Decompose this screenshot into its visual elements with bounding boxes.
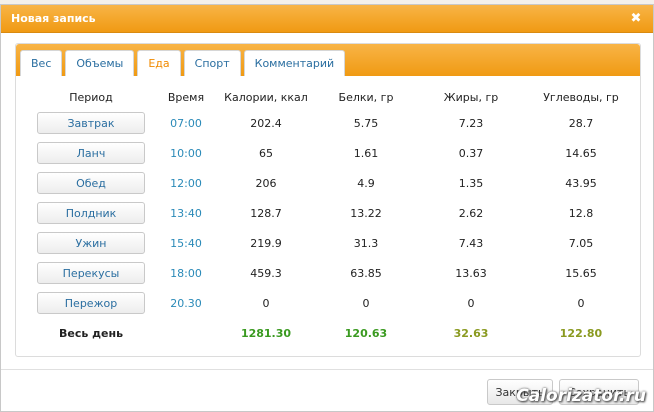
carbs-value: 12.8 <box>568 206 594 220</box>
table-row: Ужин 15:40 219.9 31.3 7.43 7.05 <box>26 228 636 258</box>
protein-value: 4.9 <box>357 176 375 190</box>
carbs-value: 15.65 <box>565 266 597 280</box>
calories-value: 128.7 <box>250 206 282 220</box>
total-label: Весь день <box>58 326 124 340</box>
tab-weight[interactable]: Вес <box>20 50 63 76</box>
dialog-content: Вес Объемы Еда Спорт Комментарий Период … <box>15 43 641 357</box>
total-row: Весь день 1281.30 120.63 32.63 122.80 <box>26 318 636 348</box>
fat-value: 2.62 <box>458 206 484 220</box>
table-row: Ланч 10:00 65 1.61 0.37 14.65 <box>26 138 636 168</box>
period-button-supper[interactable]: Ужин <box>37 232 145 254</box>
time-value[interactable]: 12:00 <box>156 168 216 198</box>
time-value[interactable]: 10:00 <box>156 138 216 168</box>
calories-value: 0 <box>262 296 270 310</box>
save-button[interactable]: Сохранить <box>559 379 639 405</box>
food-table: Период Время Калории, ккал Белки, гр Жир… <box>26 86 636 348</box>
header-fat: Жиры, гр <box>443 90 499 104</box>
table-row: Обед 12:00 206 4.9 1.35 43.95 <box>26 168 636 198</box>
new-entry-dialog: Новая запись ✖ Вес Объемы Еда Спорт Комм… <box>0 4 654 412</box>
header-calories: Калории, ккал <box>224 90 308 104</box>
protein-value: 63.85 <box>350 266 382 280</box>
fat-value: 0 <box>467 296 475 310</box>
calories-value: 65 <box>259 146 273 160</box>
carbs-value: 14.65 <box>565 146 597 160</box>
time-value[interactable]: 15:40 <box>156 228 216 258</box>
table-row: Полдник 13:40 128.7 13.22 2.62 12.8 <box>26 198 636 228</box>
tab-sport[interactable]: Спорт <box>183 50 241 76</box>
period-button-snacks[interactable]: Перекусы <box>37 262 145 284</box>
table-row: Пережор 20.30 0 0 0 0 <box>26 288 636 318</box>
table-header-row: Период Время Калории, ккал Белки, гр Жир… <box>26 86 636 108</box>
total-calories: 1281.30 <box>240 326 292 340</box>
header-carbs: Углеводы, гр <box>543 90 619 104</box>
protein-value: 13.22 <box>350 206 382 220</box>
carbs-value: 43.95 <box>565 176 597 190</box>
protein-value: 0 <box>362 296 370 310</box>
tab-bar: Вес Объемы Еда Спорт Комментарий <box>16 44 640 76</box>
time-value[interactable]: 13:40 <box>156 198 216 228</box>
header-protein: Белки, гр <box>338 90 394 104</box>
time-value[interactable]: 07:00 <box>156 108 216 138</box>
protein-value: 1.61 <box>353 146 379 160</box>
header-period: Период <box>69 90 113 104</box>
calories-value: 219.9 <box>250 236 282 250</box>
calories-value: 459.3 <box>250 266 282 280</box>
tab-comment[interactable]: Комментарий <box>243 50 346 76</box>
period-button-afternoon-snack[interactable]: Полдник <box>37 202 145 224</box>
carbs-value: 7.05 <box>568 236 594 250</box>
close-icon[interactable]: ✖ <box>629 11 643 26</box>
fat-value: 7.23 <box>458 116 484 130</box>
protein-value: 5.75 <box>353 116 379 130</box>
tab-food[interactable]: Еда <box>137 50 181 76</box>
close-button[interactable]: Закрыть <box>487 379 553 405</box>
period-button-lunch[interactable]: Ланч <box>37 142 145 164</box>
fat-value: 7.43 <box>458 236 484 250</box>
fat-value: 1.35 <box>458 176 484 190</box>
footer-divider <box>1 369 653 370</box>
period-button-dinner[interactable]: Обед <box>37 172 145 194</box>
protein-value: 31.3 <box>353 236 379 250</box>
calories-value: 206 <box>255 176 277 190</box>
time-value[interactable]: 20.30 <box>156 288 216 318</box>
period-button-overeating[interactable]: Пережор <box>37 292 145 314</box>
calories-value: 202.4 <box>250 116 282 130</box>
time-value[interactable]: 18:00 <box>156 258 216 288</box>
header-time: Время <box>167 90 205 104</box>
carbs-value: 0 <box>577 296 585 310</box>
carbs-value: 28.7 <box>568 116 594 130</box>
dialog-titlebar: Новая запись ✖ <box>1 5 653 33</box>
total-carbs: 122.80 <box>559 326 603 340</box>
table-row: Завтрак 07:00 202.4 5.75 7.23 28.7 <box>26 108 636 138</box>
total-fat: 32.63 <box>453 326 489 340</box>
dialog-title: Новая запись <box>11 12 96 25</box>
period-button-breakfast[interactable]: Завтрак <box>37 112 145 134</box>
tab-measurements[interactable]: Объемы <box>65 50 135 76</box>
fat-value: 0.37 <box>458 146 484 160</box>
table-row: Перекусы 18:00 459.3 63.85 13.63 15.65 <box>26 258 636 288</box>
fat-value: 13.63 <box>455 266 487 280</box>
total-protein: 120.63 <box>344 326 388 340</box>
